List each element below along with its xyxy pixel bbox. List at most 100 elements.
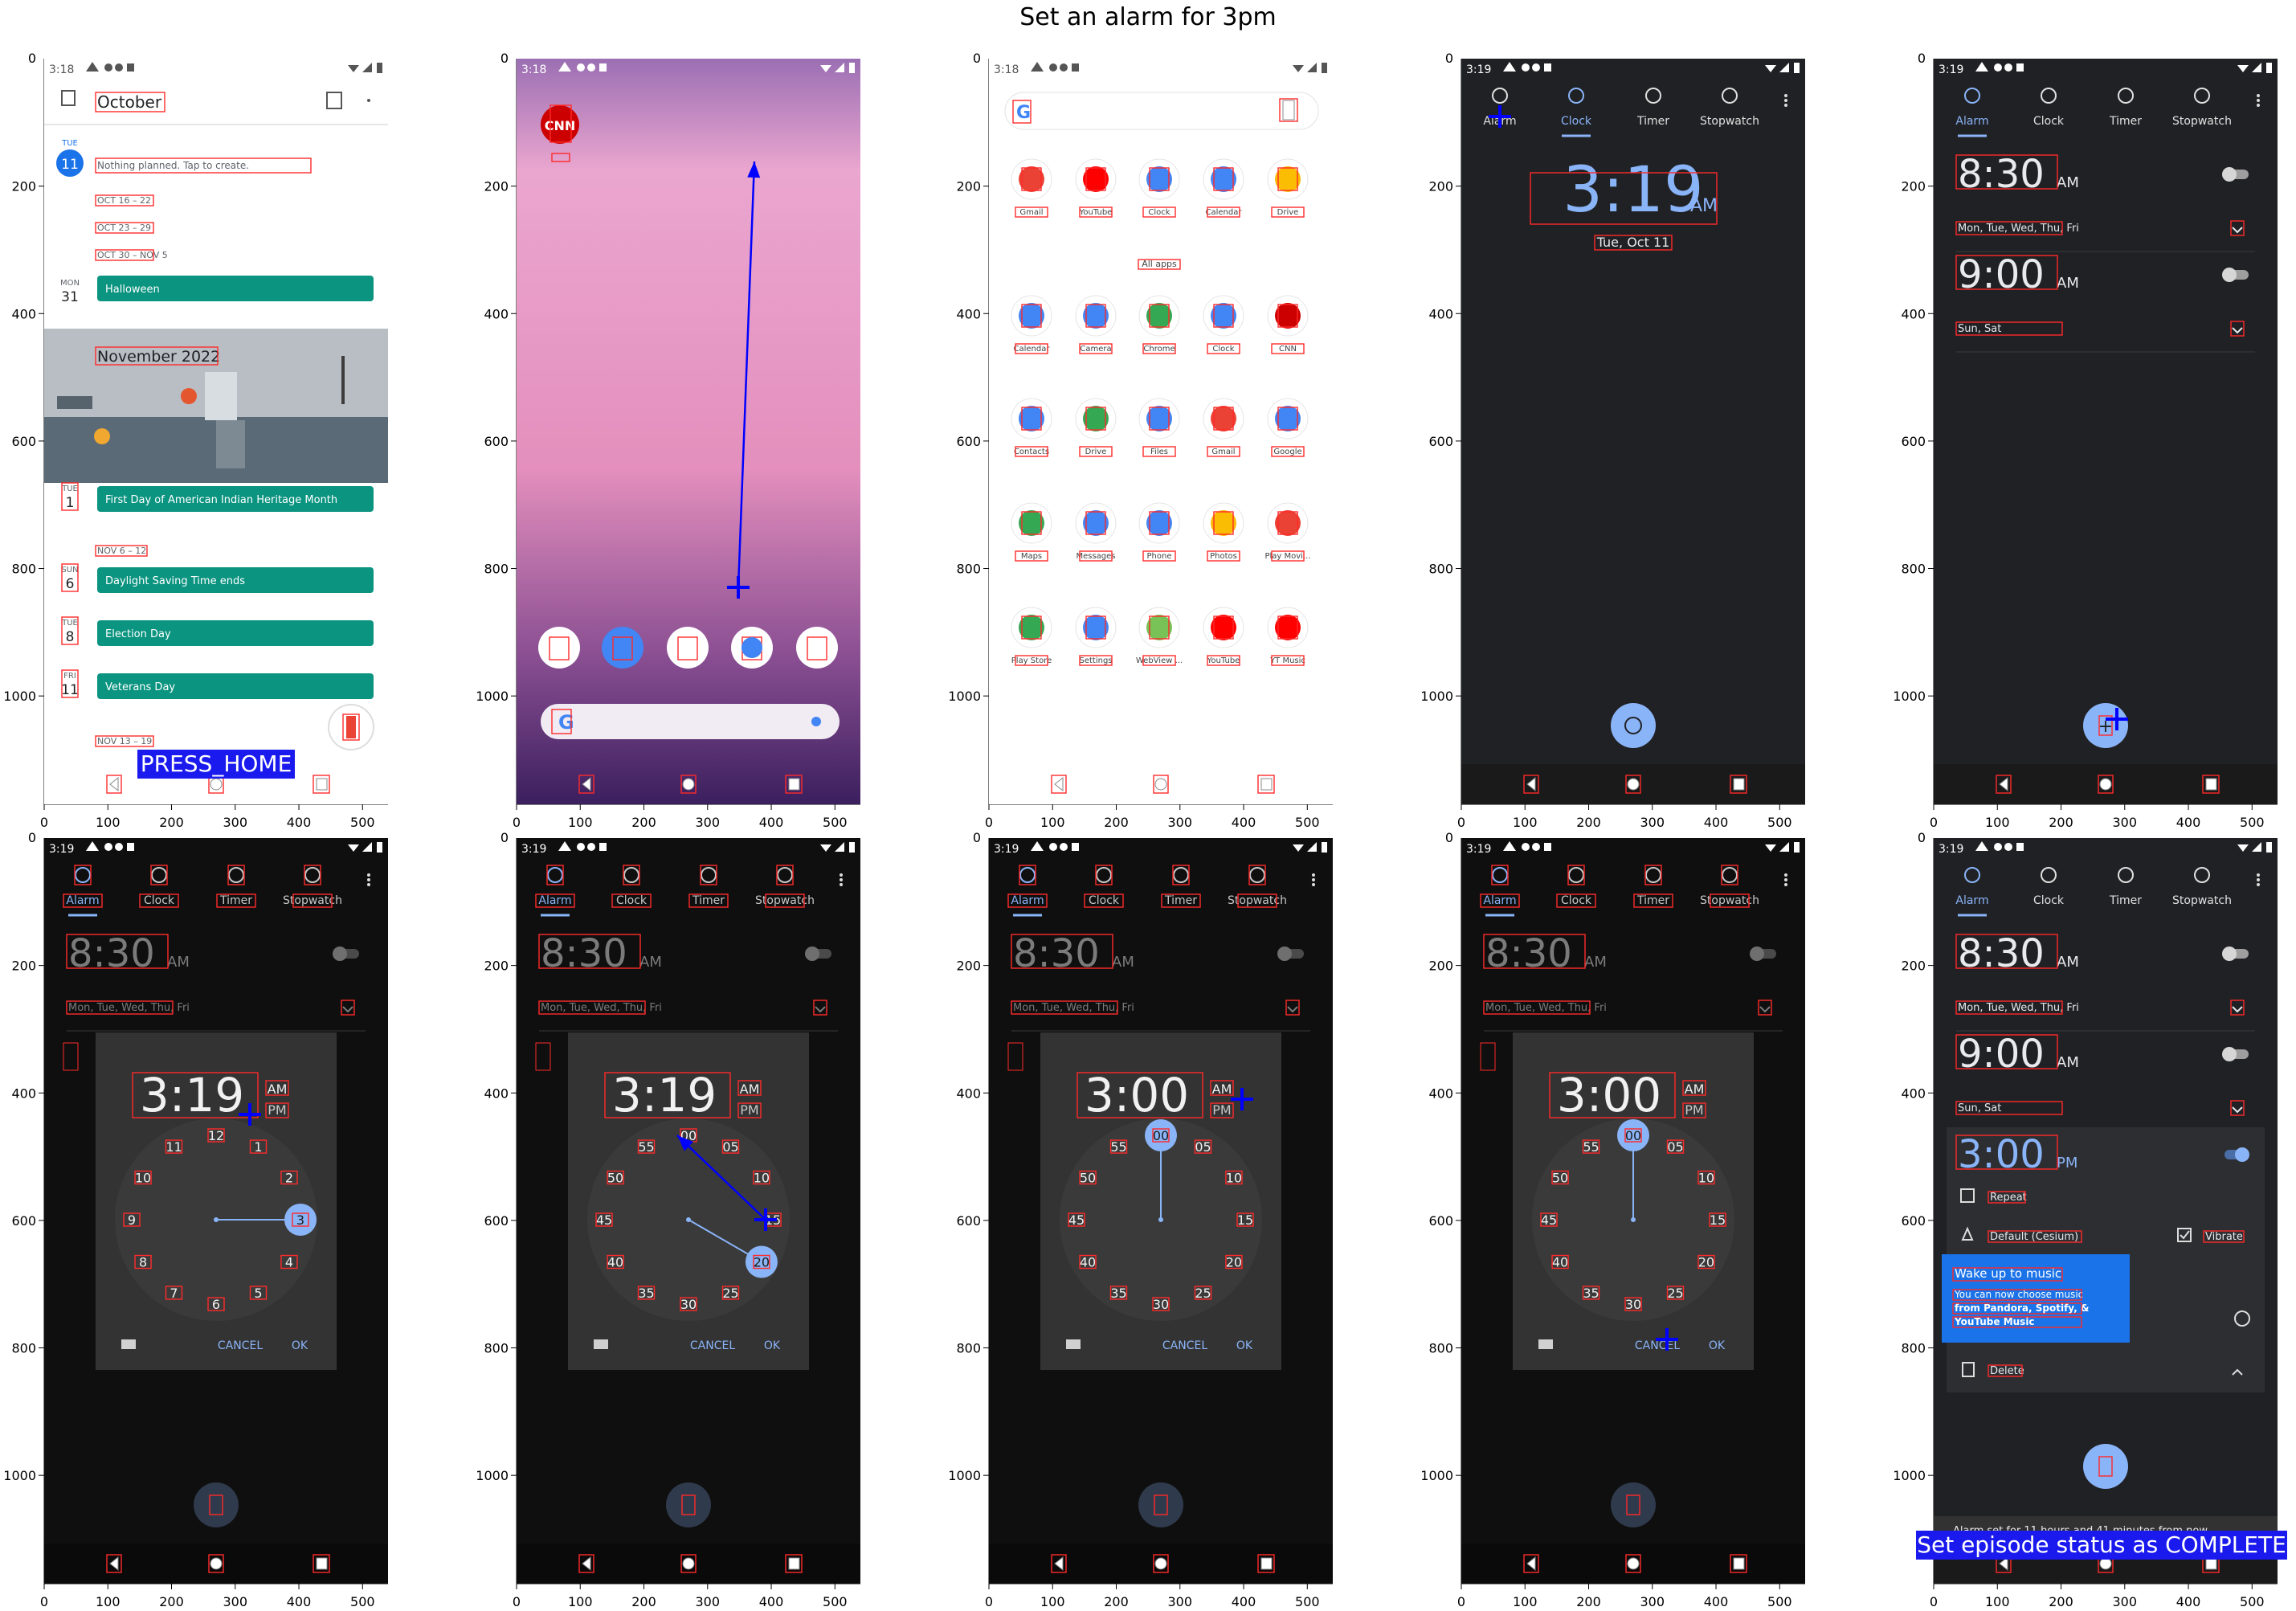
dial-number[interactable]: 12 [208, 1128, 224, 1143]
mic-icon[interactable] [811, 717, 821, 726]
tab-clock[interactable]: Clock [2033, 115, 2065, 128]
messages-icon[interactable] [602, 627, 643, 669]
keyboard-icon[interactable] [594, 1339, 608, 1349]
tab-timer[interactable]: Timer [1636, 894, 1669, 907]
overflow-menu-icon[interactable] [840, 878, 843, 881]
cancel-button[interactable]: CANCEL [1162, 1339, 1207, 1352]
dial-number[interactable]: 4 [285, 1255, 293, 1270]
ok-button[interactable]: OK [764, 1339, 781, 1352]
empty-day-text[interactable]: Nothing planned. Tap to create. [97, 160, 249, 171]
picker-time[interactable]: 3:00 [1557, 1068, 1661, 1122]
dial-number[interactable]: 50 [1080, 1171, 1096, 1186]
dial-number[interactable]: 3 [296, 1212, 304, 1228]
picker-pm[interactable]: PM [740, 1102, 758, 1118]
dial-number[interactable]: 30 [680, 1297, 697, 1312]
dial-number[interactable]: 11 [165, 1139, 182, 1155]
keyboard-icon[interactable] [121, 1339, 136, 1349]
picker-am[interactable]: AM [1212, 1081, 1232, 1097]
alarm-time[interactable]: 9:00 [1958, 1032, 2045, 1077]
recents-icon[interactable] [1260, 1557, 1273, 1570]
dial-number[interactable]: 8 [139, 1255, 147, 1270]
picker-am[interactable]: AM [268, 1081, 288, 1097]
tab-stopwatch[interactable]: Stopwatch [1228, 894, 1287, 907]
home-icon[interactable] [1627, 1557, 1640, 1570]
month-title[interactable]: October [97, 92, 162, 112]
tab-clock[interactable]: Clock [2033, 894, 2065, 907]
recents-icon[interactable] [788, 1557, 800, 1570]
dial-number[interactable]: 15 [1237, 1212, 1253, 1228]
ok-button[interactable]: OK [1236, 1339, 1253, 1352]
dial-number[interactable]: 05 [1195, 1139, 1211, 1155]
home-icon[interactable] [682, 1557, 695, 1570]
dial-number[interactable]: 35 [638, 1286, 654, 1301]
picker-am[interactable]: AM [1685, 1081, 1705, 1097]
dial-number[interactable]: 40 [1080, 1255, 1096, 1270]
recents-icon[interactable] [316, 778, 328, 791]
dial-number[interactable]: 45 [1068, 1212, 1085, 1228]
dial-number[interactable]: 55 [1110, 1139, 1126, 1155]
picker-pm[interactable]: PM [268, 1102, 286, 1118]
tab-timer[interactable]: Timer [1636, 115, 1669, 128]
overflow-menu-icon[interactable] [1312, 878, 1315, 881]
tab-clock[interactable]: Clock [1561, 894, 1592, 907]
dial-number[interactable]: 55 [638, 1139, 654, 1155]
dial-number[interactable]: 30 [1153, 1297, 1169, 1312]
recents-icon[interactable] [2205, 1557, 2217, 1570]
add-alarm-fab[interactable] [666, 1482, 711, 1527]
dial-number[interactable]: 10 [754, 1171, 770, 1186]
dial-number[interactable]: 00 [1625, 1128, 1641, 1143]
home-icon[interactable] [2099, 778, 2112, 791]
dial-number[interactable]: 25 [1195, 1286, 1211, 1301]
home-icon[interactable] [210, 1557, 223, 1570]
dial-number[interactable]: 20 [1226, 1255, 1242, 1270]
overflow-menu-icon[interactable] [367, 99, 370, 102]
dial-number[interactable]: 00 [1153, 1128, 1169, 1143]
tab-stopwatch[interactable]: Stopwatch [2172, 894, 2232, 907]
dial-number[interactable]: 05 [722, 1139, 738, 1155]
dial-number[interactable]: 10 [135, 1171, 151, 1186]
home-icon[interactable] [210, 778, 223, 791]
dial-number[interactable]: 40 [607, 1255, 623, 1270]
dial-number[interactable]: 20 [1698, 1255, 1714, 1270]
add-alarm-fab[interactable] [2083, 1444, 2128, 1489]
recents-icon[interactable] [2205, 778, 2217, 791]
maps-icon[interactable] [667, 627, 709, 669]
tab-alarm[interactable]: Alarm [1955, 115, 1988, 128]
new-alarm-time[interactable]: 3:00 [1958, 1132, 2045, 1177]
dial-number[interactable]: 5 [254, 1286, 262, 1301]
picker-time[interactable]: 3:00 [1085, 1068, 1189, 1122]
recents-icon[interactable] [788, 778, 800, 791]
alarm-time[interactable]: 8:30 [1958, 931, 2045, 976]
dial-number[interactable]: 20 [754, 1255, 770, 1270]
tab-alarm[interactable]: Alarm [1955, 894, 1988, 907]
ringtone-label[interactable]: Default (Cesium) [1990, 1231, 2078, 1243]
overflow-menu-icon[interactable] [367, 878, 370, 881]
dial-number[interactable]: 40 [1552, 1255, 1568, 1270]
tab-timer[interactable]: Timer [1164, 894, 1197, 907]
tab-clock[interactable]: Clock [144, 894, 175, 907]
dial-number[interactable]: 1 [254, 1139, 262, 1155]
alarm-time[interactable]: 8:30 [68, 931, 155, 976]
dial-number[interactable]: 2 [285, 1171, 293, 1186]
home-icon[interactable] [682, 778, 695, 791]
tab-alarm[interactable]: Alarm [1483, 894, 1516, 907]
overflow-menu-icon[interactable] [2257, 99, 2260, 102]
tab-stopwatch[interactable]: Stopwatch [283, 894, 342, 907]
recents-icon[interactable] [1733, 1557, 1745, 1570]
dial-number[interactable]: 10 [1698, 1171, 1714, 1186]
tab-alarm[interactable]: Alarm [538, 894, 571, 907]
alarm-time[interactable]: 8:30 [1485, 931, 1572, 976]
tab-clock[interactable]: Clock [1089, 894, 1120, 907]
overflow-menu-icon[interactable] [2257, 878, 2260, 881]
dial-number[interactable]: 25 [1667, 1286, 1683, 1301]
dial-number[interactable]: 55 [1583, 1139, 1599, 1155]
dial-number[interactable]: 05 [1667, 1139, 1683, 1155]
tab-stopwatch[interactable]: Stopwatch [1700, 115, 1759, 128]
tab-timer[interactable]: Timer [692, 894, 725, 907]
add-alarm-fab[interactable] [194, 1482, 239, 1527]
dial-number[interactable]: 15 [1710, 1212, 1726, 1228]
overflow-menu-icon[interactable] [1784, 99, 1787, 102]
alarm-time[interactable]: 9:00 [1958, 252, 2045, 297]
dial-number[interactable]: 30 [1625, 1297, 1641, 1312]
tab-timer[interactable]: Timer [219, 894, 252, 907]
